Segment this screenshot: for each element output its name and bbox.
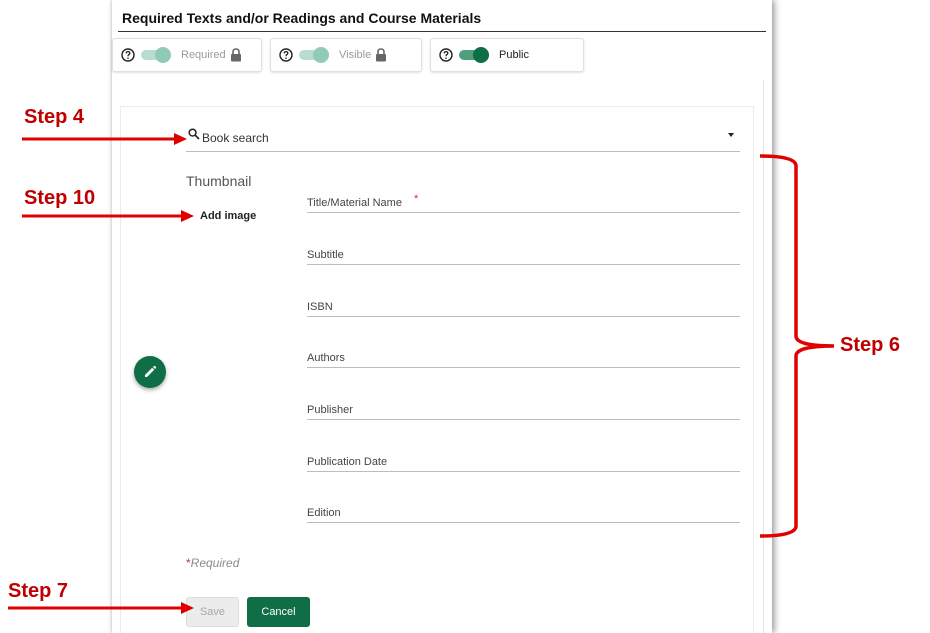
subtitle-field[interactable] — [307, 245, 740, 265]
required-asterisk: * — [414, 193, 419, 205]
required-note: *Required — [186, 556, 239, 570]
required-note-text: Required — [190, 556, 240, 570]
thumbnail-label: Thumbnail — [186, 173, 252, 189]
help-circle-icon[interactable] — [121, 48, 135, 62]
book-search-input[interactable] — [202, 131, 702, 145]
search-icon — [188, 128, 200, 140]
panel-gutter — [763, 80, 764, 633]
public-switch[interactable] — [459, 47, 491, 63]
add-image-button[interactable]: Add image — [200, 210, 256, 222]
publication-date-field[interactable] — [307, 452, 740, 472]
help-circle-icon[interactable] — [279, 48, 293, 62]
edition-field[interactable] — [307, 503, 740, 523]
save-button[interactable]: Save — [186, 597, 239, 627]
authors-field[interactable] — [307, 348, 740, 368]
public-toggle-label: Public — [499, 49, 529, 61]
authors-input[interactable] — [307, 352, 740, 364]
edition-input[interactable] — [307, 507, 740, 519]
visible-switch[interactable] — [299, 47, 331, 63]
visible-toggle-label: Visible — [339, 49, 372, 61]
section-title: Required Texts and/or Readings and Cours… — [122, 10, 482, 26]
cancel-button[interactable]: Cancel — [247, 597, 310, 627]
isbn-field[interactable] — [307, 297, 740, 317]
toggle-card-visible: Visible — [270, 38, 422, 72]
toggle-card-required: Required — [112, 38, 262, 72]
subtitle-input[interactable] — [307, 249, 740, 261]
required-switch[interactable] — [141, 47, 173, 63]
publisher-field[interactable] — [307, 400, 740, 420]
title-divider — [118, 31, 766, 32]
help-circle-icon[interactable] — [439, 48, 453, 62]
step10-label: Step 10 — [24, 187, 96, 209]
lock-icon — [230, 48, 241, 62]
step4-label: Step 4 — [24, 106, 85, 128]
publisher-input[interactable] — [307, 404, 740, 416]
toggle-card-public: Public — [430, 38, 584, 72]
title-field[interactable]: * — [307, 193, 740, 213]
isbn-input[interactable] — [307, 301, 740, 313]
edit-button[interactable] — [134, 356, 166, 388]
caret-down-icon[interactable] — [728, 133, 734, 137]
book-search-select[interactable] — [186, 126, 740, 152]
lock-icon — [376, 48, 387, 62]
step6-label: Step 6 — [840, 334, 901, 356]
required-toggle-label: Required — [181, 49, 226, 61]
pencil-icon — [145, 365, 157, 377]
publication-date-input[interactable] — [307, 456, 740, 468]
step7-label: Step 7 — [8, 580, 69, 602]
title-input[interactable] — [307, 197, 740, 209]
